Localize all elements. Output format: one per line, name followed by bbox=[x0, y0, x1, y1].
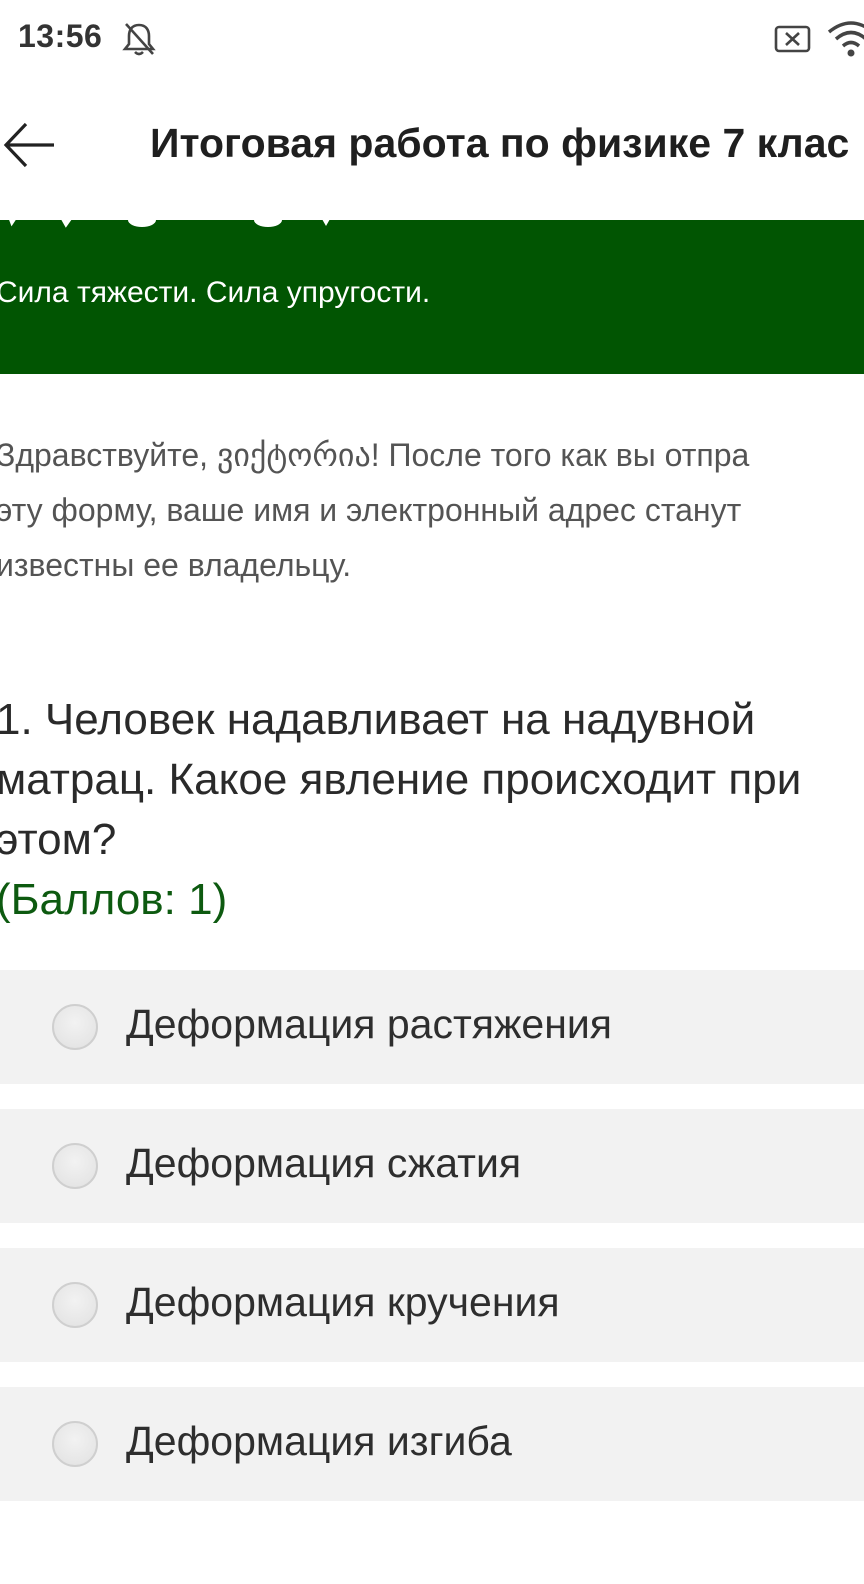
wifi-icon bbox=[827, 21, 864, 57]
radio-button[interactable] bbox=[52, 1143, 98, 1189]
radio-button[interactable] bbox=[52, 1004, 98, 1050]
question-text-line: матрац. Какое явление происходит при bbox=[0, 755, 802, 804]
form-header-banner: Сила тяжести. Сила упругости. bbox=[0, 220, 864, 374]
form-subtitle: Сила тяжести. Сила упругости. bbox=[0, 276, 431, 309]
answer-option-label: Деформация растяжения bbox=[126, 1001, 612, 1047]
answer-option[interactable]: Деформация изгиба bbox=[0, 1387, 864, 1501]
notice-line: известны ее владельцу. bbox=[0, 547, 352, 583]
cut-off-title-glyphs bbox=[9, 220, 330, 228]
x-box-icon bbox=[774, 25, 811, 53]
question-1: 1. Человек надавливает на надувной матра… bbox=[0, 690, 864, 930]
privacy-notice: Здравствуйте, ვიქტორია! После того как в… bbox=[0, 428, 864, 593]
answer-option-label: Деформация изгиба bbox=[126, 1418, 512, 1464]
status-time: 13:56 bbox=[18, 18, 103, 54]
radio-button[interactable] bbox=[52, 1282, 98, 1328]
status-bar: 13:56 bbox=[0, 0, 864, 78]
app-bar: Итоговая работа по физике 7 клас bbox=[0, 78, 864, 220]
question-text-line: этом? bbox=[0, 815, 117, 864]
question-text-line: 1. Человек надавливает на надувной bbox=[0, 695, 756, 744]
answer-option[interactable]: Деформация кручения bbox=[0, 1248, 864, 1362]
notice-line: эту форму, ваше имя и электронный адрес … bbox=[0, 492, 742, 528]
bell-off-icon bbox=[122, 23, 156, 56]
arrow-left-icon[interactable] bbox=[2, 120, 58, 170]
answer-option[interactable]: Деформация сжатия bbox=[0, 1109, 864, 1223]
answer-option[interactable]: Деформация растяжения bbox=[0, 970, 864, 1084]
page-title: Итоговая работа по физике 7 клас bbox=[150, 120, 850, 166]
radio-button[interactable] bbox=[52, 1421, 98, 1467]
notice-line: Здравствуйте, ვიქტორია! После того как в… bbox=[0, 437, 750, 473]
answer-option-label: Деформация кручения bbox=[126, 1279, 560, 1325]
question-points: (Баллов: 1) bbox=[0, 875, 228, 924]
answer-option-label: Деформация сжатия bbox=[126, 1140, 522, 1186]
